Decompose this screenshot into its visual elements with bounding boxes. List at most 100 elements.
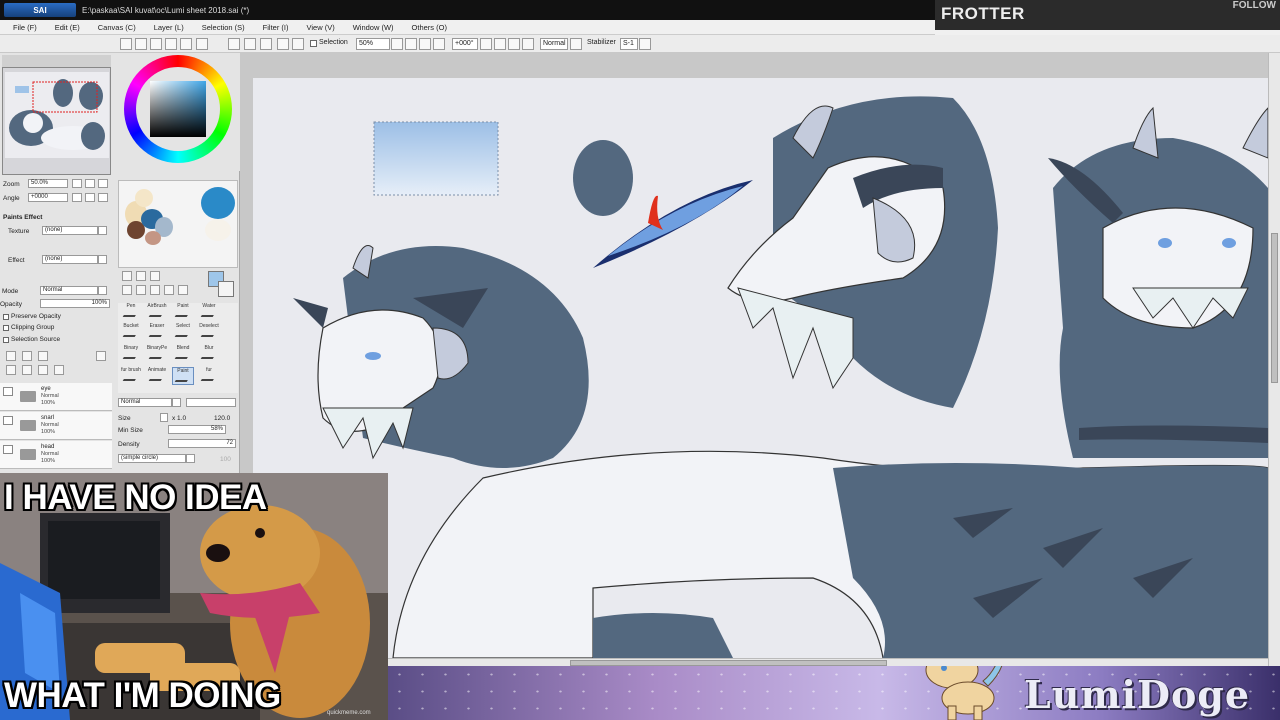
- stabilizer-field[interactable]: S-1: [620, 38, 638, 50]
- effect-dropdown-icon[interactable]: [98, 255, 107, 264]
- new-linework-layer-icon[interactable]: [22, 351, 32, 361]
- tool-pen[interactable]: Pen: [120, 303, 142, 321]
- menu-file[interactable]: File (F): [4, 23, 46, 32]
- menu-window[interactable]: Window (W): [344, 23, 403, 32]
- move-icon[interactable]: [122, 285, 132, 295]
- layer-options-icon[interactable]: [96, 351, 106, 361]
- hue-ring[interactable]: [124, 55, 232, 163]
- menu-view[interactable]: View (V): [298, 23, 344, 32]
- selection-checkbox[interactable]: [310, 40, 317, 47]
- menu-selection[interactable]: Selection (S): [193, 23, 254, 32]
- density-slider[interactable]: 72: [168, 439, 236, 448]
- new-folder-icon[interactable]: [38, 351, 48, 361]
- nav-angle-field[interactable]: +0000: [28, 193, 68, 202]
- tool-fur[interactable]: fur: [198, 367, 220, 385]
- layer-mode-dropdown-icon[interactable]: [98, 286, 107, 295]
- layer-row[interactable]: snarl Normal 100%: [0, 412, 112, 440]
- rotation-field[interactable]: +000°: [452, 38, 478, 50]
- scratchpad-panel[interactable]: [118, 180, 238, 268]
- marquee-icon[interactable]: [122, 271, 132, 281]
- clear-layer-icon[interactable]: [38, 365, 48, 375]
- brush-shape-select[interactable]: (simple circle): [118, 454, 186, 463]
- menu-edit[interactable]: Edit (E): [46, 23, 89, 32]
- brush-mode-select[interactable]: Normal: [118, 398, 172, 407]
- size-multiplier-icon[interactable]: [160, 413, 168, 422]
- flip-icon[interactable]: [522, 38, 534, 50]
- tool-animate[interactable]: Animate: [146, 367, 168, 385]
- min-size-slider[interactable]: 58%: [168, 425, 226, 434]
- scratch-swatch-pale[interactable]: [135, 189, 153, 207]
- zoom-in-icon[interactable]: [419, 38, 431, 50]
- effect-select[interactable]: (none): [42, 255, 98, 264]
- scratch-swatch-white[interactable]: [205, 219, 231, 241]
- hand-icon[interactable]: [164, 285, 174, 295]
- nav-zoom-field[interactable]: 50.0%: [28, 179, 68, 188]
- saturation-value-square[interactable]: [150, 81, 206, 137]
- tool-blend[interactable]: Blend: [172, 345, 194, 363]
- color-wheel-toggle-icon[interactable]: [120, 38, 132, 50]
- brush-shape-selector[interactable]: [186, 398, 236, 407]
- navigator-preview[interactable]: [2, 67, 111, 175]
- vertical-scroll-thumb[interactable]: [1271, 233, 1278, 383]
- menu-others[interactable]: Others (O): [403, 23, 456, 32]
- visibility-eye-icon[interactable]: [3, 387, 13, 396]
- zoom-out-icon[interactable]: [405, 38, 417, 50]
- follow-button[interactable]: FOLLOW: [1233, 0, 1276, 11]
- clipping-group-checkbox[interactable]: [3, 325, 9, 331]
- visibility-eye-icon[interactable]: [3, 416, 13, 425]
- tool-airbrush[interactable]: AirBrush: [146, 303, 168, 321]
- scratch-swatch-rose[interactable]: [145, 231, 161, 245]
- nav-rotate-left-icon[interactable]: [72, 193, 82, 202]
- tool-blur[interactable]: Blur: [198, 345, 220, 363]
- tool-select[interactable]: Select: [172, 323, 194, 341]
- canvas[interactable]: [253, 78, 1268, 658]
- magic-wand-icon[interactable]: [150, 271, 160, 281]
- stabilizer-dropdown-icon[interactable]: [639, 38, 651, 50]
- layer-mode-select[interactable]: Normal: [40, 286, 98, 295]
- layer-row[interactable]: eye Normal 100%: [0, 383, 112, 411]
- layer-row[interactable]: head Normal 100%: [0, 441, 112, 469]
- nav-rotate-reset-icon[interactable]: [98, 193, 108, 202]
- scratch-swatch-bright-blue[interactable]: [201, 187, 235, 219]
- tool-binary[interactable]: Binary: [120, 345, 142, 363]
- hide-selection-icon[interactable]: [260, 38, 272, 50]
- tool-eraser[interactable]: Eraser: [146, 323, 168, 341]
- nav-rotate-right-icon[interactable]: [85, 193, 95, 202]
- tool-deselect[interactable]: Deselect: [198, 323, 220, 341]
- horizontal-scrollbar[interactable]: [387, 658, 1268, 666]
- opacity-slider[interactable]: 100%: [40, 299, 110, 308]
- delete-layer-icon[interactable]: [54, 365, 64, 375]
- clear-icon[interactable]: [292, 38, 304, 50]
- menu-layer[interactable]: Layer (L): [145, 23, 193, 32]
- rgb-slider-icon[interactable]: [135, 38, 147, 50]
- eyedropper-icon[interactable]: [178, 285, 188, 295]
- menu-canvas[interactable]: Canvas (C): [89, 23, 145, 32]
- texture-dropdown-icon[interactable]: [98, 226, 107, 235]
- color-palette-icon[interactable]: [165, 38, 177, 50]
- tool-paint-active[interactable]: Paint: [172, 367, 194, 385]
- secondary-color-swatch[interactable]: [218, 281, 234, 297]
- blend-mode-field[interactable]: Normal: [540, 38, 568, 50]
- deselect-icon[interactable]: [228, 38, 240, 50]
- nav-zoom-reset-icon[interactable]: [98, 179, 108, 188]
- rotate-right-icon[interactable]: [494, 38, 506, 50]
- texture-select[interactable]: (none): [42, 226, 98, 235]
- vertical-scrollbar[interactable]: [1268, 53, 1280, 666]
- tool-fur-brush[interactable]: fur brush: [120, 367, 142, 385]
- invert-selection-icon[interactable]: [244, 38, 256, 50]
- zoom-dropdown-icon[interactable]: [391, 38, 403, 50]
- rotate-left-icon[interactable]: [480, 38, 492, 50]
- menu-filter[interactable]: Filter (I): [254, 23, 298, 32]
- hsv-slider-icon[interactable]: [150, 38, 162, 50]
- new-layer-icon[interactable]: [6, 351, 16, 361]
- transfer-down-icon[interactable]: [6, 365, 16, 375]
- swatches-icon[interactable]: [180, 38, 192, 50]
- scratchpad-icon[interactable]: [196, 38, 208, 50]
- merge-down-icon[interactable]: [22, 365, 32, 375]
- tool-bucket[interactable]: Bucket: [120, 323, 142, 341]
- visibility-eye-icon[interactable]: [3, 445, 13, 454]
- zoom-reset-icon[interactable]: [433, 38, 445, 50]
- nav-zoom-out-icon[interactable]: [72, 179, 82, 188]
- transform-icon[interactable]: [277, 38, 289, 50]
- zoom-field[interactable]: 50%: [356, 38, 390, 50]
